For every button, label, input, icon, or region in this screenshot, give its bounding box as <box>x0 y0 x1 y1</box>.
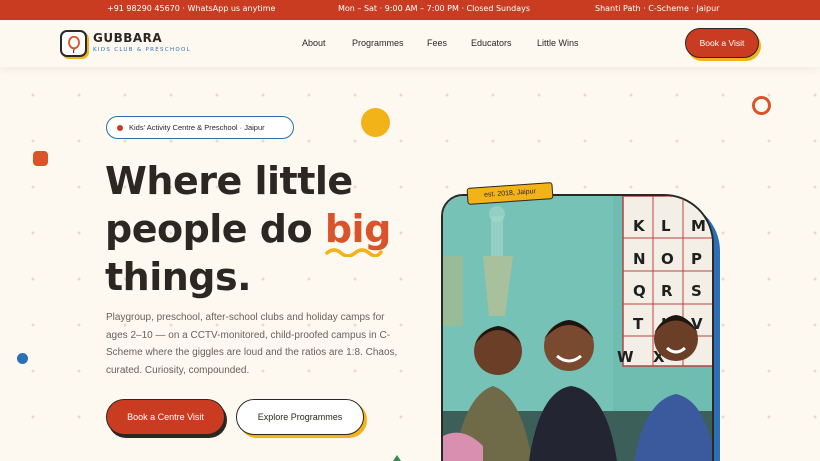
nav-little-wins[interactable]: Little Wins <box>537 38 579 48</box>
headline-highlight: big <box>324 207 391 257</box>
hero-headline: Where little people do big things. <box>105 157 391 301</box>
decorative-sun-circle <box>361 108 390 137</box>
svg-text:O: O <box>661 250 674 268</box>
contact-phone[interactable]: +91 98290 45670 · WhatsApp us anytime <box>107 4 275 13</box>
book-centre-visit-button[interactable]: Book a Centre Visit <box>106 399 225 435</box>
svg-text:W: W <box>617 348 634 366</box>
svg-text:Q: Q <box>633 282 646 300</box>
hero-photo: K L M N O P Q R S T U V W X <box>441 194 714 461</box>
brand-name[interactable]: GUBBARA <box>93 31 162 45</box>
opening-hours: Mon – Sat · 9:00 AM – 7:00 PM · Closed S… <box>338 4 531 13</box>
headline-line-3: things. <box>105 255 252 299</box>
book-visit-button[interactable]: Book a Visit <box>685 28 759 58</box>
headline-line-2: people do big <box>105 205 391 257</box>
headline-line-1: Where little <box>105 159 353 203</box>
brand-tagline: KIDS CLUB & PRESCHOOL <box>93 47 192 53</box>
badge-text: Kids' Activity Centre & Preschool · Jaip… <box>129 123 265 132</box>
svg-text:P: P <box>691 250 702 268</box>
decorative-triangle <box>393 455 401 461</box>
balloon-icon[interactable] <box>60 30 87 57</box>
explore-programmes-button[interactable]: Explore Programmes <box>236 399 364 435</box>
svg-text:L: L <box>661 217 671 235</box>
nav-fees[interactable]: Fees <box>427 38 447 48</box>
children-classroom-illustration: K L M N O P Q R S T U V W X <box>443 196 712 461</box>
svg-text:S: S <box>691 282 702 300</box>
badge-dot-icon <box>117 124 123 131</box>
decorative-ring <box>752 96 771 115</box>
headline-line-2-text: people do <box>105 207 325 251</box>
nav-educators[interactable]: Educators <box>471 38 512 48</box>
location-address: Shanti Path · C-Scheme · Jaipur <box>595 4 720 13</box>
nav-programmes[interactable]: Programmes <box>352 38 404 48</box>
svg-text:T: T <box>633 315 644 333</box>
squiggle-underline-icon <box>325 248 383 257</box>
decorative-red-blob <box>33 151 48 166</box>
hero-badge: Kids' Activity Centre & Preschool · Jaip… <box>106 116 294 139</box>
decorative-blue-dot <box>17 353 28 364</box>
nav-about[interactable]: About <box>302 38 326 48</box>
announcement-bar: +91 98290 45670 · WhatsApp us anytime Mo… <box>0 0 820 20</box>
headline-highlight-text: big <box>324 207 391 251</box>
hero-description: Playgroup, preschool, after-school clubs… <box>106 312 398 376</box>
svg-text:N: N <box>633 250 646 268</box>
svg-text:K: K <box>633 217 646 235</box>
site-header: GUBBARA KIDS CLUB & PRESCHOOL About Prog… <box>0 20 820 67</box>
svg-text:R: R <box>661 282 673 300</box>
svg-text:M: M <box>691 217 706 235</box>
